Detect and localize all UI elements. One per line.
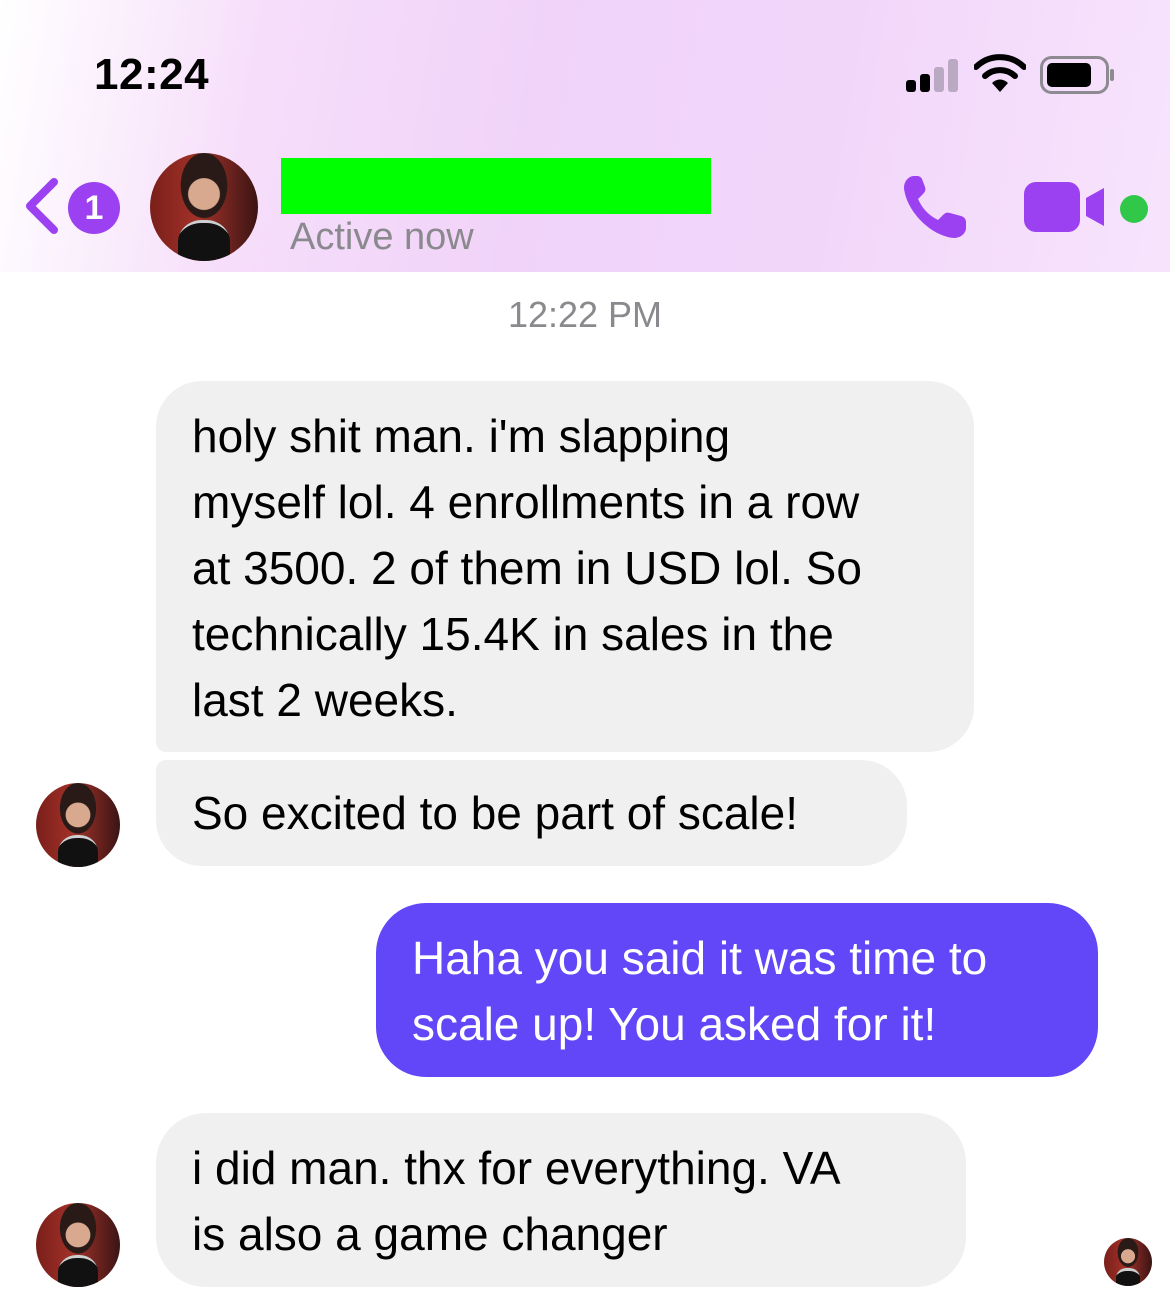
message-line: is also a game changer: [192, 1208, 668, 1260]
message-line: scale up! You asked for it!: [412, 998, 937, 1050]
message-line: last 2 weeks.: [192, 674, 458, 726]
message-line: at 3500. 2 of them in USD lol. So: [192, 542, 862, 594]
video-camera-icon[interactable]: [1024, 180, 1108, 234]
message-line: Haha you said it was time to: [412, 932, 988, 984]
incoming-message-bubble[interactable]: So excited to be part of scale!: [156, 760, 907, 866]
message-line: i did man. thx for everything. VA: [192, 1142, 841, 1194]
battery-icon: [1040, 56, 1114, 94]
online-status-dot: [1120, 195, 1148, 223]
sender-avatar[interactable]: [36, 783, 120, 867]
message-line: technically 15.4K in sales in the: [192, 608, 834, 660]
message-timestamp: 12:22 PM: [507, 294, 663, 335]
back-button[interactable]: 1: [22, 170, 126, 240]
contact-status: Active now: [290, 216, 474, 258]
wifi-icon: [974, 54, 1026, 92]
contact-avatar[interactable]: [150, 153, 258, 261]
message-line: holy shit man. i'm slapping: [192, 410, 731, 462]
incoming-message-bubble[interactable]: holy shit man. i'm slapping myself lol. …: [156, 381, 974, 752]
unread-count-badge: 1: [68, 182, 120, 234]
phone-icon[interactable]: [900, 172, 972, 242]
message-line: myself lol. 4 enrollments in a row: [192, 476, 860, 528]
outgoing-message-bubble[interactable]: Haha you said it was time to scale up! Y…: [376, 903, 1098, 1077]
message-line: So excited to be part of scale!: [192, 787, 799, 839]
contact-name-redacted[interactable]: [281, 158, 711, 214]
incoming-message-bubble[interactable]: i did man. thx for everything. VA is als…: [156, 1113, 966, 1287]
read-receipt-avatar: [1104, 1238, 1152, 1286]
status-bar-time: 12:24: [94, 50, 210, 99]
chevron-left-icon: [26, 178, 58, 234]
cellular-signal-icon: [906, 58, 960, 92]
sender-avatar[interactable]: [36, 1203, 120, 1287]
